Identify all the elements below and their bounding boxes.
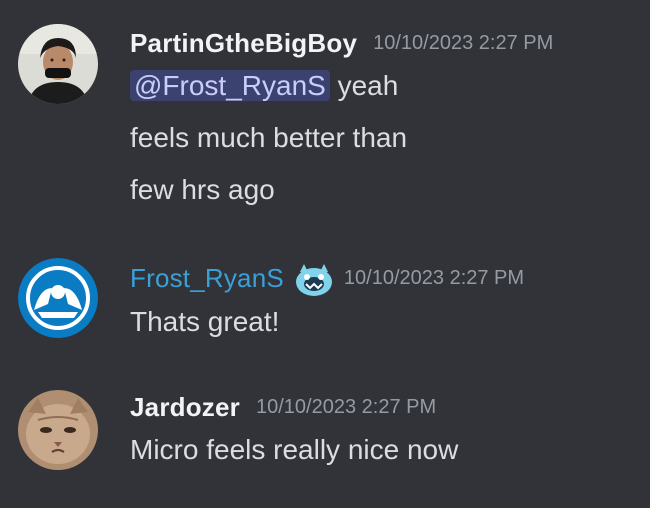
user-avatar[interactable] bbox=[18, 24, 98, 104]
person-photo-avatar bbox=[18, 24, 98, 104]
message-text: feels much better than bbox=[130, 122, 408, 153]
user-mention[interactable]: @Frost_RyanS bbox=[130, 70, 330, 101]
message-header: PartinGtheBigBoy 10/10/2023 2:27 PM bbox=[130, 28, 553, 59]
message-text: few hrs ago bbox=[130, 174, 275, 205]
timestamp: 10/10/2023 2:27 PM bbox=[343, 266, 525, 289]
user-avatar[interactable] bbox=[18, 390, 98, 470]
timestamp: 10/10/2023 2:27 PM bbox=[373, 32, 554, 54]
message-text: @Frost_RyanS yeah bbox=[130, 70, 398, 102]
username[interactable]: Jardozer bbox=[130, 392, 240, 423]
message-text: Thats great! bbox=[130, 306, 280, 337]
message-text: Micro feels really nice now bbox=[130, 434, 459, 465]
timestamp: 10/10/2023 2:27 PM bbox=[255, 396, 437, 418]
blue-monster-emoji-icon bbox=[292, 258, 336, 298]
chat-message-list: PartinGtheBigBoy 10/10/2023 2:27 PM @Fro… bbox=[0, 0, 650, 508]
message-text-fragment: yeah bbox=[329, 70, 399, 101]
blue-logo-avatar bbox=[18, 258, 98, 338]
message-header: Frost_RyanS 10/10/2023 2:27 PM bbox=[130, 258, 524, 298]
user-avatar[interactable] bbox=[18, 258, 98, 338]
cat-photo-avatar bbox=[18, 390, 98, 470]
username[interactable]: Frost_RyanS bbox=[130, 263, 284, 294]
message-header: Jardozer 10/10/2023 2:27 PM bbox=[130, 392, 436, 423]
username[interactable]: PartinGtheBigBoy bbox=[130, 28, 357, 59]
